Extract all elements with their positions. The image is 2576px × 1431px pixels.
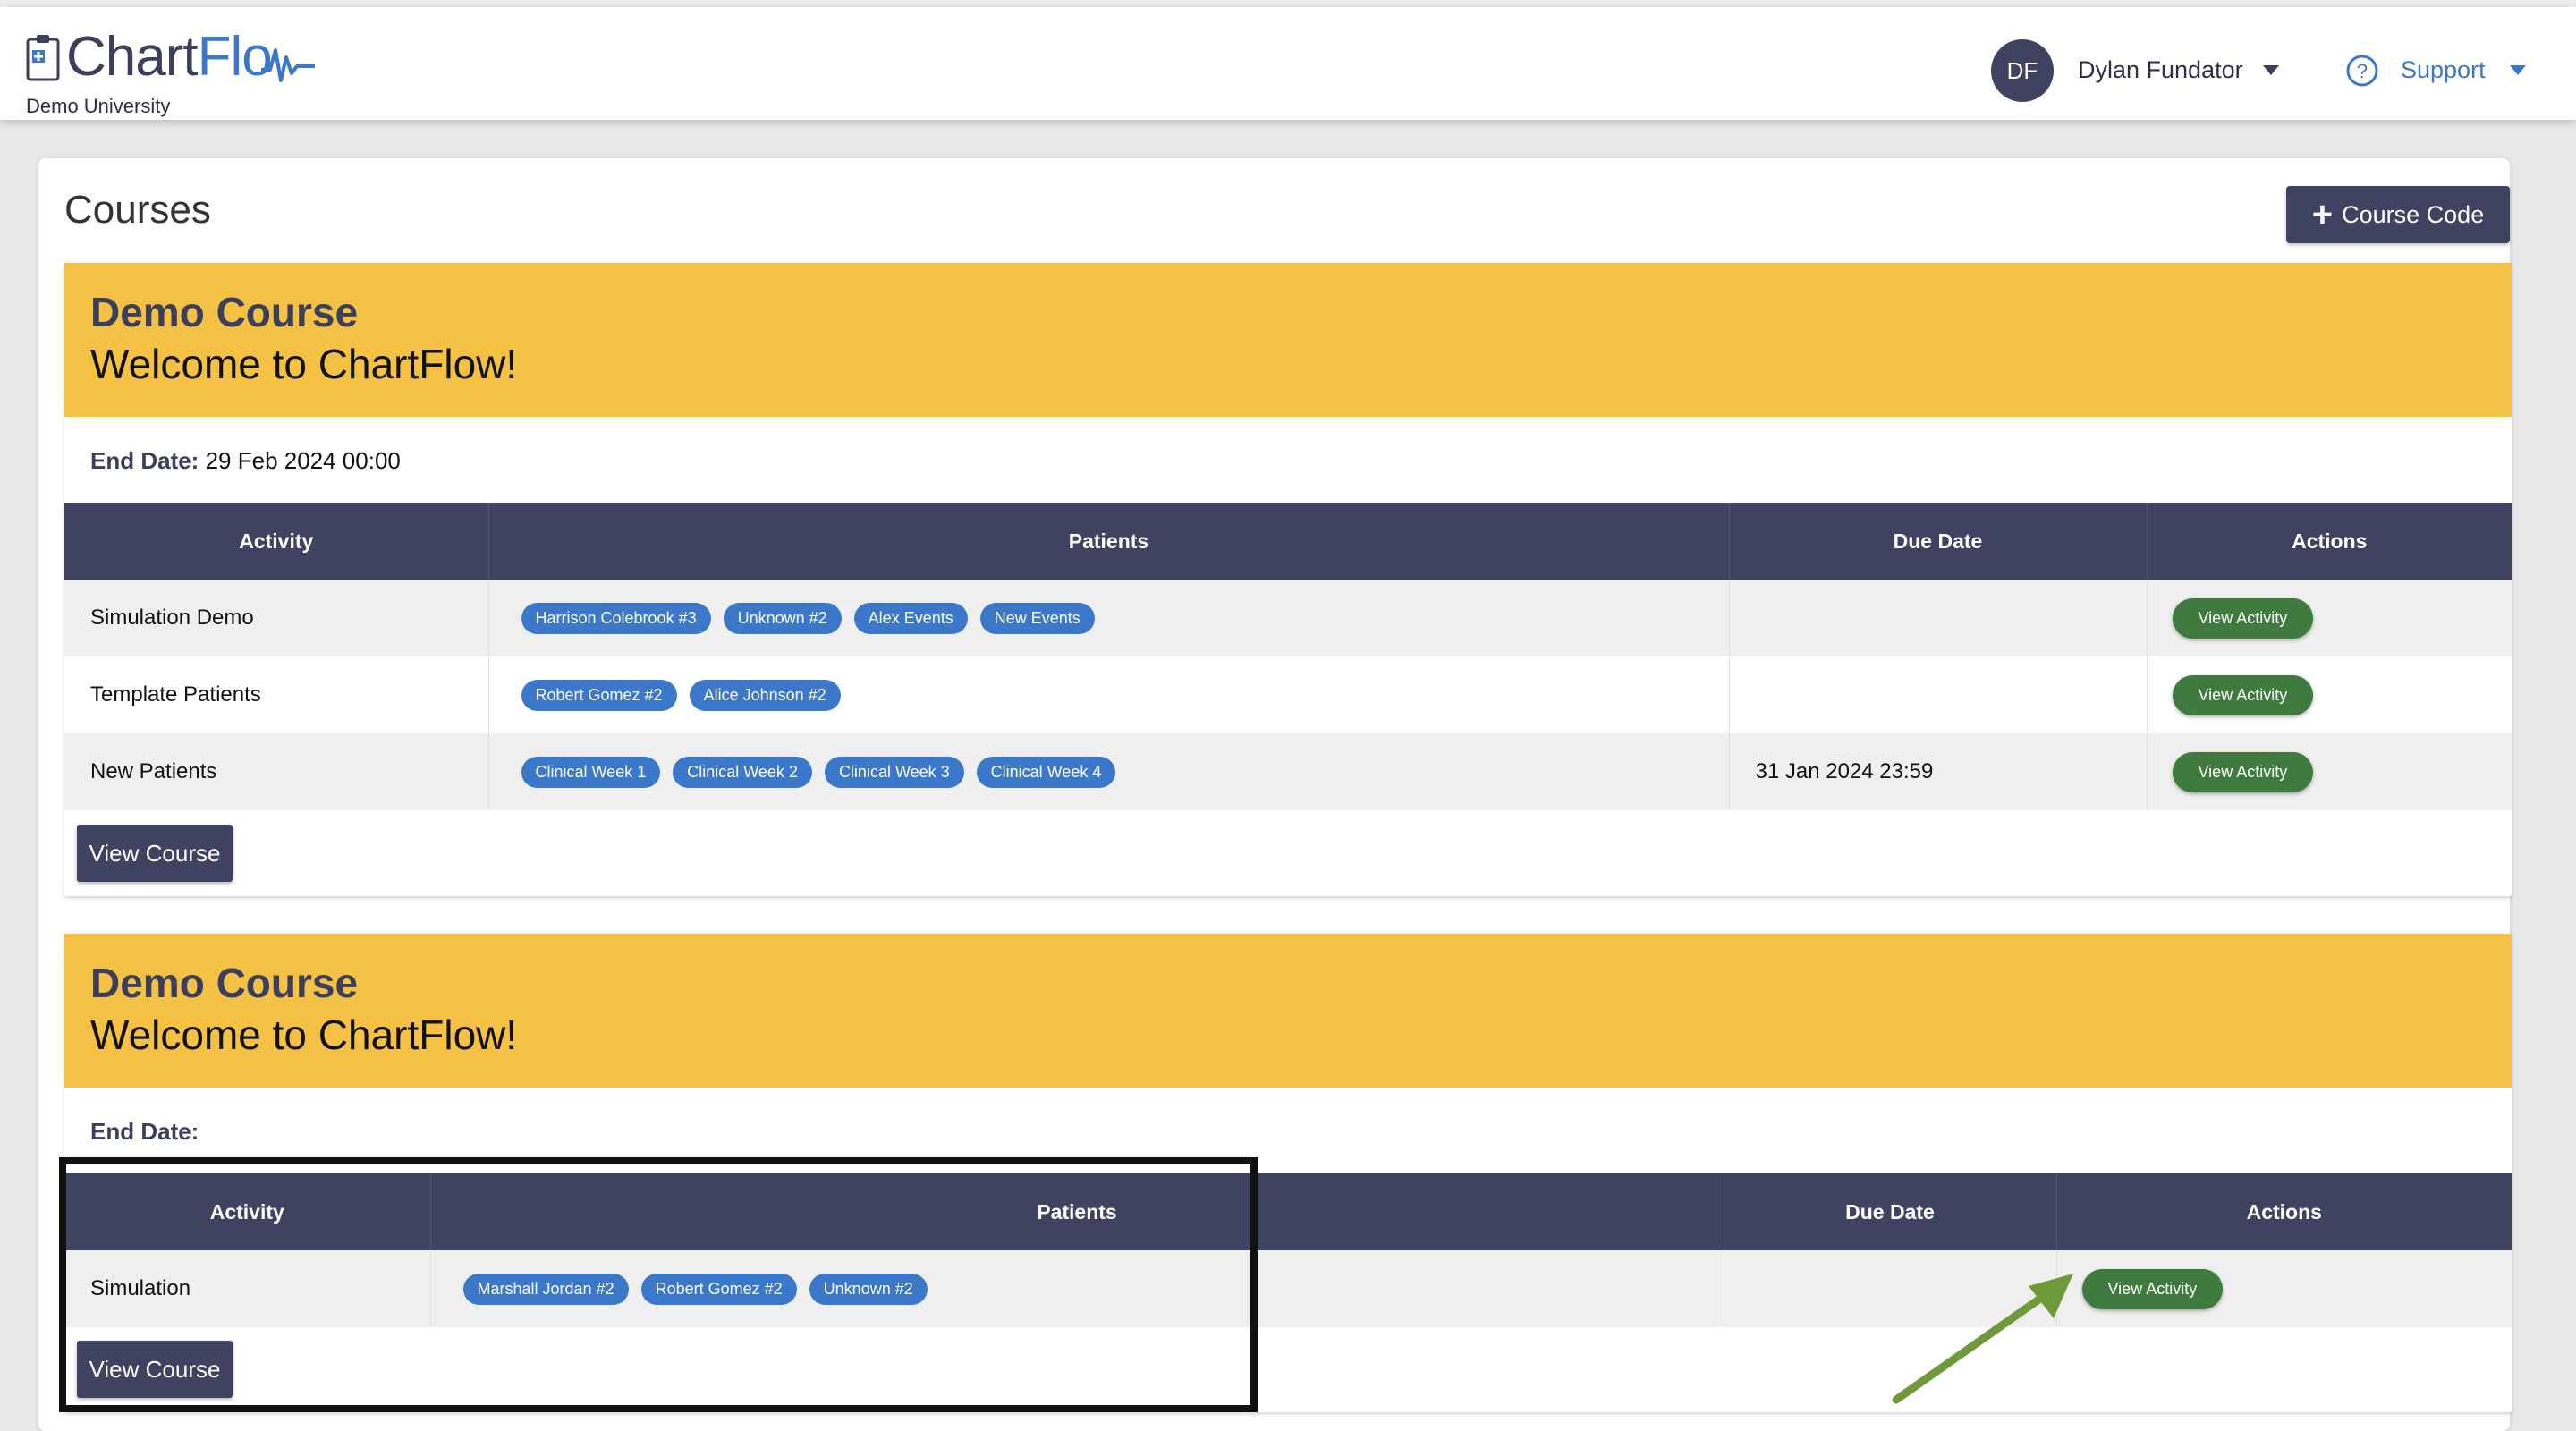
view-activity-button[interactable]: View Activity bbox=[2081, 1268, 2224, 1309]
end-date-value: 29 Feb 2024 00:00 bbox=[205, 447, 401, 474]
due-date bbox=[1724, 1250, 2057, 1327]
end-date: End Date: 29 Feb 2024 00:00 bbox=[90, 447, 401, 475]
help-circle-icon[interactable]: ? bbox=[2345, 54, 2379, 88]
patient-tag[interactable]: Clinical Week 2 bbox=[673, 756, 812, 788]
app-logo[interactable]: ChartFlo bbox=[66, 25, 273, 89]
course-header: Demo Course Welcome to ChartFlow! bbox=[64, 934, 2512, 1088]
activity-name: Template Patients bbox=[64, 656, 489, 733]
top-edge bbox=[0, 0, 2576, 7]
patient-tag[interactable]: Robert Gomez #2 bbox=[521, 679, 677, 711]
patient-tag[interactable]: Marshall Jordan #2 bbox=[462, 1273, 629, 1305]
add-course-code-button[interactable]: + Course Code bbox=[2286, 186, 2510, 243]
support-menu[interactable]: Support bbox=[2401, 56, 2486, 84]
patient-tag[interactable]: Robert Gomez #2 bbox=[640, 1273, 797, 1305]
course-code-label: Course Code bbox=[2342, 200, 2485, 228]
chevron-down-icon[interactable] bbox=[2510, 65, 2526, 75]
actions-cell: View Activity bbox=[2147, 733, 2512, 810]
avatar[interactable]: DF bbox=[1991, 39, 2054, 102]
course-name: Demo Course bbox=[90, 289, 359, 335]
view-course-button[interactable]: View Course bbox=[77, 825, 233, 882]
view-activity-button[interactable]: View Activity bbox=[2172, 751, 2314, 792]
patient-tag[interactable]: Unknown #2 bbox=[723, 602, 842, 634]
app-header: ChartFlo Demo University DF Dylan Fundat… bbox=[0, 7, 2576, 120]
pulse-wave-icon bbox=[261, 48, 315, 82]
column-header: Actions bbox=[2056, 1173, 2512, 1250]
patient-tag[interactable]: Clinical Week 1 bbox=[521, 756, 661, 788]
clipboard-icon bbox=[26, 35, 60, 81]
activity-name: Simulation bbox=[64, 1250, 431, 1327]
activity-table: Activity Patients Due Date Actions Simul… bbox=[64, 1173, 2512, 1327]
user-name[interactable]: Dylan Fundator bbox=[2078, 56, 2243, 84]
actions-cell: View Activity bbox=[2147, 580, 2512, 656]
patients-cell: Harrison Colebrook #3 Unknown #2 Alex Even… bbox=[488, 580, 1730, 656]
actions-cell: View Activity bbox=[2056, 1250, 2512, 1327]
course-name: Demo Course bbox=[90, 960, 359, 1006]
patient-tag[interactable]: Alice Johnson #2 bbox=[689, 679, 841, 711]
page-title: Courses bbox=[64, 188, 211, 232]
column-header: Actions bbox=[2147, 503, 2512, 580]
patient-tag[interactable]: New Events bbox=[979, 602, 1095, 634]
column-header: Due Date bbox=[1729, 503, 2148, 580]
table-row: Simulation Demo Harrison Colebrook #3 Unk… bbox=[64, 580, 2512, 656]
due-date bbox=[1729, 580, 2148, 656]
column-header: Activity bbox=[64, 1173, 431, 1250]
patients-cell: Marshall Jordan #2 Robert Gomez #2 Unknown… bbox=[430, 1250, 1724, 1327]
course-welcome: Welcome to ChartFlow! bbox=[90, 341, 518, 387]
course-welcome: Welcome to ChartFlow! bbox=[90, 1012, 518, 1058]
course-card: Demo Course Welcome to ChartFlow! End Da… bbox=[64, 934, 2512, 1412]
institution-name: Demo University bbox=[26, 95, 171, 117]
patients-cell: Clinical Week 1 Clinical Week 2 Clinical W… bbox=[488, 733, 1730, 810]
table-row: Template Patients Robert Gomez #2 Alice J… bbox=[64, 656, 2512, 733]
view-course-button[interactable]: View Course bbox=[77, 1341, 233, 1398]
due-date bbox=[1729, 656, 2148, 733]
view-activity-button[interactable]: View Activity bbox=[2172, 597, 2314, 639]
end-date-label: End Date: bbox=[90, 1118, 199, 1145]
table-row: Simulation Marshall Jordan #2 Robert Gome… bbox=[64, 1250, 2512, 1327]
chevron-down-icon[interactable] bbox=[2263, 65, 2279, 75]
patients-cell: Robert Gomez #2 Alice Johnson #2 bbox=[488, 656, 1730, 733]
course-card: Demo Course Welcome to ChartFlow! End Da… bbox=[64, 263, 2512, 896]
course-header: Demo Course Welcome to ChartFlow! bbox=[64, 263, 2512, 417]
due-date: 31 Jan 2024 23:59 bbox=[1729, 733, 2148, 810]
patient-tag[interactable]: Unknown #2 bbox=[809, 1273, 928, 1305]
column-header: Due Date bbox=[1724, 1173, 2057, 1250]
column-header: Patients bbox=[430, 1173, 1724, 1250]
patient-tag[interactable]: Harrison Colebrook #3 bbox=[521, 602, 711, 634]
table-row: New Patients Clinical Week 1 Clinical Wee… bbox=[64, 733, 2512, 810]
patient-tag[interactable]: Alex Events bbox=[853, 602, 968, 634]
end-date-label: End Date: bbox=[90, 447, 199, 474]
plus-icon: + bbox=[2311, 195, 2334, 234]
activity-name: New Patients bbox=[64, 733, 489, 810]
svg-text:?: ? bbox=[2357, 60, 2368, 82]
column-header: Activity bbox=[64, 503, 489, 580]
patient-tag[interactable]: Clinical Week 3 bbox=[824, 756, 964, 788]
activity-table: Activity Patients Due Date Actions Simul… bbox=[64, 503, 2512, 810]
column-header: Patients bbox=[488, 503, 1730, 580]
end-date: End Date: bbox=[90, 1118, 199, 1146]
patient-tag[interactable]: Clinical Week 4 bbox=[976, 756, 1116, 788]
actions-cell: View Activity bbox=[2147, 656, 2512, 733]
logo-chart-text: Chart bbox=[66, 26, 199, 88]
activity-name: Simulation Demo bbox=[64, 580, 489, 656]
view-activity-button[interactable]: View Activity bbox=[2172, 674, 2314, 716]
